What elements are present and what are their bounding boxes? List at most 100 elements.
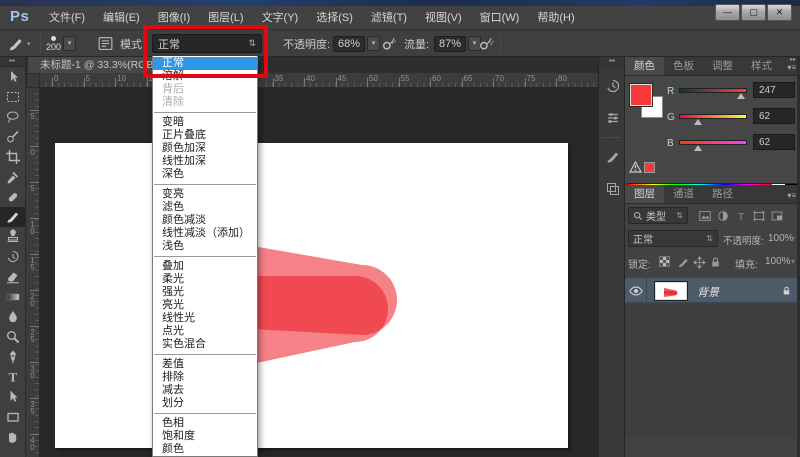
rectangular-marquee-tool[interactable] [0, 87, 26, 107]
brush-size-dropdown-button[interactable]: ▾ [63, 36, 76, 51]
layer-filter-kind-dropdown[interactable]: 类型 ⇅ [628, 207, 688, 224]
collapse-tools-icon[interactable]: ▸▸ [0, 57, 25, 67]
blend-mode-option-变暗[interactable]: 变暗 [153, 116, 257, 129]
blend-mode-option-实色混合[interactable]: 实色混合 [153, 338, 257, 351]
crop-tool[interactable] [0, 147, 26, 167]
lasso-tool[interactable] [0, 107, 26, 127]
blend-mode-option-排除[interactable]: 排除 [153, 371, 257, 384]
menu-item-7[interactable]: 视图(V) [416, 6, 471, 30]
flow-value[interactable]: 87% [434, 36, 466, 52]
airbrush-mode-button[interactable] [478, 30, 495, 57]
menu-item-1[interactable]: 编辑(E) [94, 6, 149, 30]
gamut-warning-icon[interactable] [629, 160, 642, 178]
brush-size-widget[interactable]: 200 ▾ [46, 30, 76, 57]
layer-name[interactable]: 背景 [697, 284, 719, 300]
blend-mode-option-线性光[interactable]: 线性光 [153, 312, 257, 325]
chevron-down-icon[interactable]: ▾ [791, 257, 795, 266]
lock-position-icon[interactable] [691, 254, 707, 270]
minimize-button[interactable]: — [715, 4, 740, 21]
menu-item-5[interactable]: 选择(S) [307, 6, 362, 30]
document-canvas[interactable] [55, 143, 568, 448]
properties-panel-icon[interactable] [599, 105, 626, 131]
expand-panels-icon[interactable]: ◂◂ [599, 57, 624, 67]
path-selection-tool[interactable] [0, 387, 26, 407]
blend-mode-option-差值[interactable]: 差值 [153, 358, 257, 371]
tool-preset-picker[interactable]: ▾ [7, 30, 31, 57]
color-tab-样式[interactable]: 样式 [742, 57, 781, 75]
blend-mode-option-线性减淡（添加）[interactable]: 线性减淡（添加） [153, 227, 257, 240]
ruler-origin-corner[interactable] [26, 73, 40, 88]
layer-visibility-toggle[interactable] [625, 278, 647, 304]
blend-mode-option-亮光[interactable]: 亮光 [153, 299, 257, 312]
layer-blend-mode-dropdown[interactable]: 正常 ⇅ [628, 230, 718, 247]
layers-tab-图层[interactable]: 图层 [625, 185, 664, 203]
opacity-value-well[interactable]: 68%▾ [333, 30, 380, 57]
toggle-brush-panel-button[interactable] [97, 30, 114, 57]
move-tool[interactable] [0, 67, 26, 87]
spot-healing-brush-tool[interactable] [0, 187, 26, 207]
tablet-opacity-button[interactable] [381, 30, 398, 57]
layer-opacity-value[interactable]: 100% [768, 233, 794, 244]
channel-value[interactable]: 62 [753, 108, 795, 124]
channel-value[interactable]: 62 [753, 134, 795, 150]
collapse-panels-icon[interactable]: ▸▸ [790, 56, 796, 63]
blend-mode-option-变亮[interactable]: 变亮 [153, 188, 257, 201]
lock-all-icon[interactable] [707, 254, 723, 270]
layers-tab-通道[interactable]: 通道 [664, 185, 703, 203]
chevron-down-icon[interactable]: ▾ [791, 234, 795, 243]
layers-panel-menu-icon[interactable]: ▾≡ [787, 191, 796, 200]
blend-mode-option-点光[interactable]: 点光 [153, 325, 257, 338]
blend-mode-option-叠加[interactable]: 叠加 [153, 260, 257, 273]
layer-thumbnail[interactable] [655, 282, 687, 300]
color-tab-色板[interactable]: 色板 [664, 57, 703, 75]
blend-mode-option-线性加深[interactable]: 线性加深 [153, 155, 257, 168]
blend-mode-option-划分[interactable]: 划分 [153, 397, 257, 410]
blend-mode-option-柔光[interactable]: 柔光 [153, 273, 257, 286]
blend-mode-option-浅色[interactable]: 浅色 [153, 240, 257, 253]
brush-tool[interactable] [0, 207, 26, 227]
history-brush-tool[interactable] [0, 247, 26, 267]
blend-mode-option-颜色[interactable]: 颜色 [153, 443, 257, 456]
blend-mode-option-颜色加深[interactable]: 颜色加深 [153, 142, 257, 155]
blend-mode-option-深色[interactable]: 深色 [153, 168, 257, 181]
maximize-button[interactable]: ▢ [741, 4, 766, 21]
foreground-color-swatch[interactable] [630, 84, 652, 106]
eraser-tool[interactable] [0, 267, 26, 287]
filter-shape-layers-icon[interactable] [751, 208, 767, 224]
blend-mode-option-滤色[interactable]: 滤色 [153, 201, 257, 214]
filter-type-layers-icon[interactable]: T [733, 208, 749, 224]
channel-value[interactable]: 247 [753, 82, 795, 98]
brush-size-value[interactable]: 200 [46, 42, 61, 52]
channel-slider-thumb[interactable] [694, 145, 702, 151]
fill-value[interactable]: 100% [765, 256, 791, 267]
menu-item-8[interactable]: 窗口(W) [471, 6, 529, 30]
close-button[interactable]: ✕ [767, 4, 792, 21]
menu-item-6[interactable]: 滤镜(T) [362, 6, 416, 30]
color-tab-颜色[interactable]: 颜色 [625, 57, 664, 75]
pen-tool[interactable] [0, 347, 26, 367]
menu-item-9[interactable]: 帮助(H) [528, 6, 583, 30]
blend-mode-option-颜色减淡[interactable]: 颜色减淡 [153, 214, 257, 227]
menu-item-0[interactable]: 文件(F) [40, 6, 94, 30]
quick-selection-tool[interactable] [0, 127, 26, 147]
hand-tool[interactable] [0, 427, 26, 447]
blur-tool[interactable] [0, 307, 26, 327]
rectangle-shape-tool[interactable] [0, 407, 26, 427]
blend-mode-option-减去[interactable]: 减去 [153, 384, 257, 397]
lock-pixels-icon[interactable] [675, 254, 691, 270]
gamut-color-swatch[interactable] [644, 162, 655, 173]
blend-mode-option-正片叠底[interactable]: 正片叠底 [153, 129, 257, 142]
channel-slider-track[interactable] [679, 140, 747, 145]
dodge-tool[interactable] [0, 327, 26, 347]
opacity-value[interactable]: 68% [333, 36, 365, 52]
horizontal-type-tool[interactable]: T [0, 367, 26, 387]
color-panel-menu-icon[interactable]: ▾≡ [787, 63, 796, 72]
filter-smart-objects-icon[interactable] [769, 208, 785, 224]
brush-presets-panel-icon[interactable] [599, 144, 626, 170]
channel-slider-thumb[interactable] [737, 93, 745, 99]
blend-mode-option-色相[interactable]: 色相 [153, 417, 257, 430]
eyedropper-tool[interactable] [0, 167, 26, 187]
filter-pixel-layers-icon[interactable] [697, 208, 713, 224]
flow-value-well[interactable]: 87%▾ [434, 30, 481, 57]
channel-slider-track[interactable] [679, 114, 747, 119]
